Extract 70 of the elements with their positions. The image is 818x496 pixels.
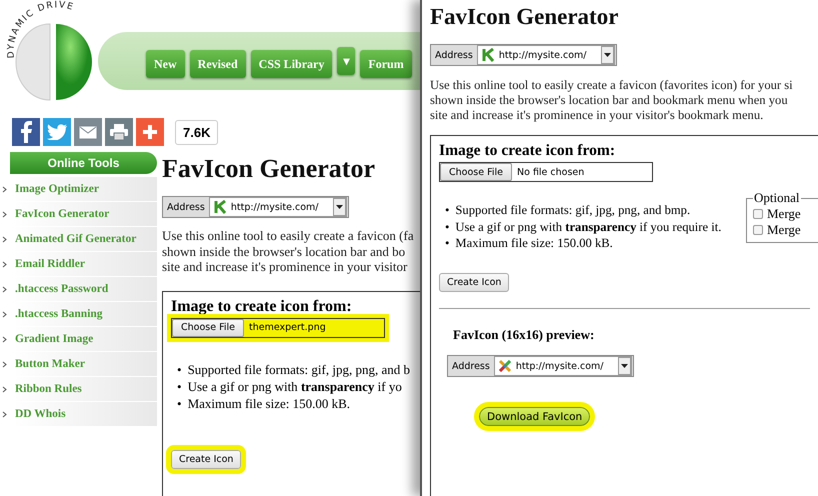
url-field[interactable]: http://mysite.com/: [494, 356, 632, 376]
chevron-icon: [2, 186, 7, 192]
intro-text: site and increase it's prominence in your visitor's bookmark menu.: [430, 108, 764, 124]
bird-icon: [47, 124, 67, 140]
chevron-icon: [2, 310, 7, 318]
chevron-icon: [2, 210, 7, 218]
chevron-icon: [2, 336, 7, 342]
bullet-item: Maximum file size: 150.00 kB.: [455, 235, 613, 252]
intro-text: Use this online tool to easily create a favicon (fa: [162, 228, 415, 244]
intro-text: site and increase it's prominence in your visitor: [162, 259, 408, 275]
email-button[interactable]: [74, 118, 102, 146]
envelope-icon: [79, 126, 97, 138]
chevron-icon: [2, 236, 7, 242]
bullet-marker: •: [445, 235, 450, 252]
bullet-marker: •: [177, 378, 182, 396]
chevron-icon: [2, 260, 7, 268]
chevron-icon: [2, 286, 7, 292]
bullet-marker: •: [177, 396, 182, 412]
bullet-marker: •: [445, 202, 450, 219]
intro-text: shown inside the browser's location bar and bo: [162, 244, 406, 260]
form-heading: Image to create icon from:: [171, 298, 353, 316]
print-button[interactable]: [105, 118, 133, 146]
address-label: Address: [434, 50, 474, 60]
chevron-icon: [2, 386, 7, 392]
add-button[interactable]: [136, 118, 164, 146]
facebook-icon: [20, 121, 32, 143]
sidebar-title: Online Tools: [10, 152, 157, 174]
checkbox[interactable]: [753, 225, 763, 236]
page-title: FavIcon Generator: [162, 154, 376, 184]
form-heading: Image to create icon from:: [439, 142, 616, 160]
file-name: No file chosen: [516, 166, 584, 178]
url-field[interactable]: http://mysite.com/: [208, 197, 346, 217]
page-title: FavIcon Generator: [430, 4, 620, 30]
x-icon: [498, 359, 512, 374]
checkbox-label: Merge: [767, 222, 801, 238]
checkbox[interactable]: [753, 209, 763, 220]
choose-file-button[interactable]: Choose File: [172, 318, 244, 337]
nav-button[interactable]: Revised: [190, 50, 246, 78]
plus-icon: [142, 124, 158, 140]
choose-file-button[interactable]: Choose File: [440, 163, 512, 182]
twitter-button[interactable]: [43, 118, 71, 146]
bullet-marker: •: [445, 218, 450, 236]
nav-button[interactable]: New: [146, 50, 185, 78]
bullet-marker: •: [177, 362, 182, 379]
share-count: 7.6K: [175, 120, 218, 144]
create-icon-button[interactable]: Create Icon: [439, 273, 510, 292]
file-input[interactable]: Choose File No file chosen: [439, 162, 653, 182]
nav-button[interactable]: Forum: [360, 50, 412, 78]
url-field[interactable]: http://mysite.com/: [476, 45, 614, 65]
intro-text: Use this online tool to easily create a favicon (favorites icon) for your si: [430, 78, 794, 94]
checkbox-label: Merge: [767, 206, 801, 222]
printer-icon: [110, 124, 128, 140]
bullet-item: Maximum file size: 150.00 kB.: [188, 396, 350, 412]
dropdown-button[interactable]: ▾: [337, 47, 356, 75]
file-name: themexpert.png: [248, 322, 326, 334]
address-label: Address: [451, 360, 491, 372]
options-legend: Optional: [753, 190, 800, 206]
k-icon: [480, 48, 495, 62]
bullet-item: Use a gif or png with transparency if you require it.: [455, 218, 722, 236]
bullet-item: Use a gif or png with transparency if yo: [188, 378, 402, 396]
k-icon: [212, 200, 227, 214]
facebook-button[interactable]: [12, 118, 40, 146]
preview-heading: FavIcon (16x16) preview:: [453, 327, 596, 344]
bullet-item: Supported file formats: gif, jpg, png, and bmp.: [455, 202, 690, 219]
bullet-item: Supported file formats: gif, jpg, png, and b: [188, 362, 410, 379]
intro-text: shown inside the browser's location bar and bookmark menu when you: [430, 93, 789, 108]
address-label: Address: [166, 202, 206, 212]
chevron-icon: [2, 360, 7, 368]
nav-button[interactable]: CSS Library: [250, 50, 332, 78]
chevron-icon: [2, 410, 7, 418]
